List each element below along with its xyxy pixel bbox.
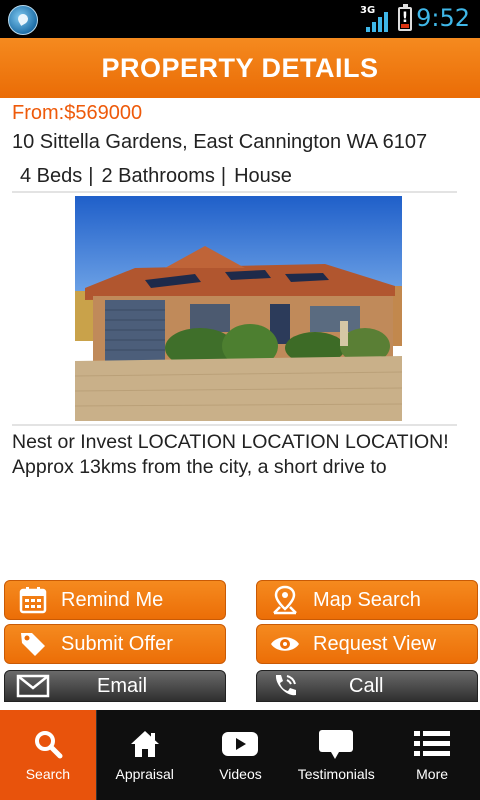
signal-strength-icon [366,12,388,32]
call-button[interactable]: Call [256,670,478,702]
property-address: 10 Sittella Gardens, East Cannington WA … [12,131,428,153]
property-photo[interactable] [75,196,402,421]
battery-alert: ! [401,10,409,26]
request-view-label: Request View [313,632,437,655]
calendar-icon [5,581,61,619]
beds-count: 4 Beds [20,165,83,187]
divider [12,191,457,193]
envelope-icon [5,671,61,701]
tab-appraisal[interactable]: Appraisal [97,710,193,800]
page-title: PROPERTY DETAILS [101,52,379,83]
clock: 9:52 [416,4,470,32]
map-search-label: Map Search [313,588,421,611]
app-logo-icon [8,5,38,35]
map-pin-icon [257,581,313,619]
property-description: Nest or Invest LOCATION LOCATION LOCATIO… [12,431,449,478]
tab-label: Videos [219,766,262,782]
list-icon [412,728,452,760]
remind-me-button[interactable]: Remind Me [4,580,226,620]
tab-more[interactable]: More [384,710,480,800]
video-icon [220,728,260,760]
tab-label: Search [25,766,71,782]
tab-label: Appraisal [115,766,174,782]
remind-me-label: Remind Me [61,588,164,611]
status-bar: 3G ! 9:52 [0,0,480,38]
tab-testimonials[interactable]: Testimonials [288,710,384,800]
baths-count: 2 Bathrooms [101,165,215,187]
call-label: Call [349,674,384,697]
feature-separator: | [88,165,94,187]
tab-label: More [416,766,449,782]
speech-bubble-icon [317,728,355,760]
request-view-button[interactable]: Request View [256,624,478,664]
battery-icon: ! [398,4,412,31]
tab-search[interactable]: Search [0,710,97,800]
email-button[interactable]: Email [4,670,226,702]
divider [12,424,457,426]
property-price: From:$569000 [12,102,143,124]
home-icon [129,728,161,760]
map-search-button[interactable]: Map Search [256,580,478,620]
eye-icon [257,625,313,663]
feature-separator: | [220,165,227,187]
email-label: Email [97,674,148,697]
bottom-tab-bar: Search Appraisal Videos Testimonials Mor… [0,710,480,800]
price-tag-icon [5,625,61,663]
tab-label: Testimonials [297,766,375,782]
submit-offer-button[interactable]: Submit Offer [4,624,226,664]
submit-offer-label: Submit Offer [61,632,173,655]
phone-icon [257,671,313,701]
page-header: PROPERTY DETAILS [0,38,480,98]
property-features: 4 Beds | 2 Bathrooms | House [20,165,292,188]
property-type: House [234,165,292,187]
tab-videos[interactable]: Videos [193,710,289,800]
search-icon [33,728,63,760]
